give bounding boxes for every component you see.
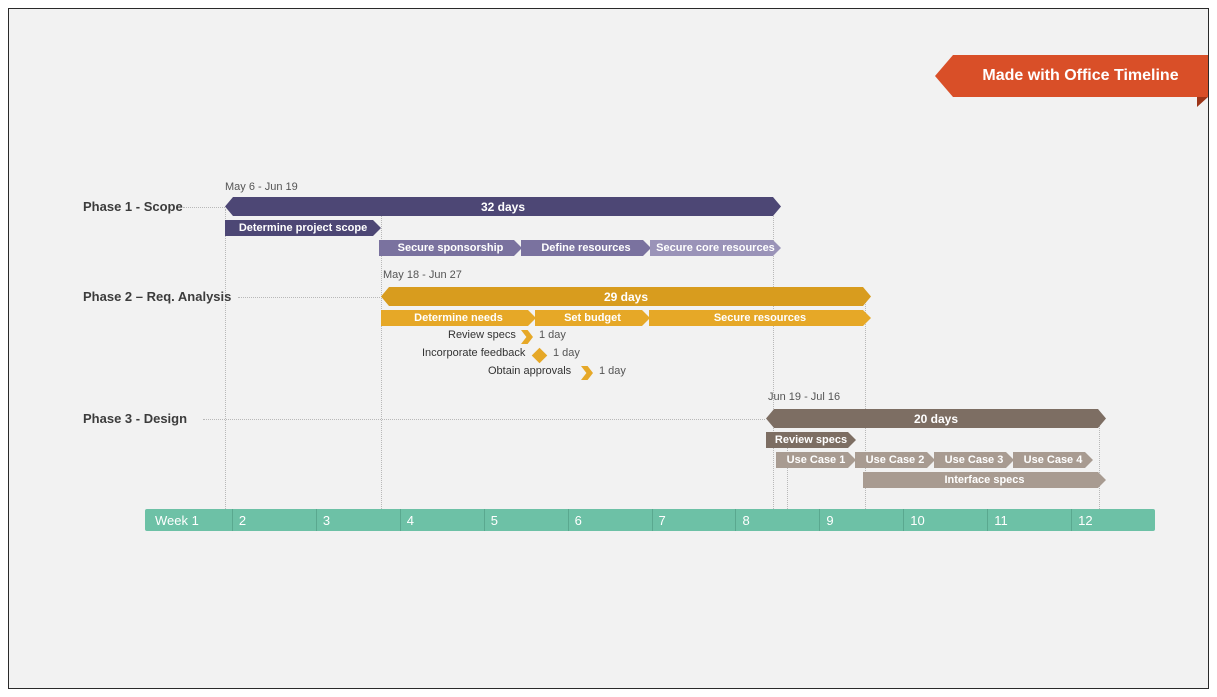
phase2-task-resources: Secure resources: [649, 310, 871, 326]
phase1-task-scope: Determine project scope: [225, 220, 381, 236]
phase2-feedback-label: Incorporate feedback: [422, 347, 525, 359]
gantt-chart: Phase 1 - Scope May 6 - Jun 19 32 days D…: [73, 169, 1163, 569]
ribbon-fold: [1197, 97, 1208, 107]
phase2-task-needs: Determine needs: [381, 310, 536, 326]
phase3-label: Phase 3 - Design: [83, 411, 187, 426]
phase3-duration: 20 days: [914, 412, 958, 426]
guide-line: [225, 209, 226, 521]
phase2-task-budget: Set budget: [535, 310, 650, 326]
phase2-duration: 29 days: [604, 290, 648, 304]
scale-tick: 11: [987, 509, 1071, 531]
phase2-feedback-dur: 1 day: [553, 347, 580, 359]
phase3-task-uc2: Use Case 2: [855, 452, 935, 468]
phase1-main-bar: 32 days: [225, 197, 781, 216]
diamond-icon: [532, 348, 548, 364]
phase2-main-bar: 29 days: [381, 287, 871, 306]
scale-tick: Week 1: [145, 509, 232, 531]
phase3-task-review: Review specs: [766, 432, 856, 448]
ribbon-label: Made with Office Timeline: [982, 67, 1178, 85]
scale-tick: 8: [735, 509, 819, 531]
scale-tick: 2: [232, 509, 316, 531]
phase1-daterange: May 6 - Jun 19: [225, 181, 298, 193]
leader-line: [203, 419, 765, 420]
scale-tick: 5: [484, 509, 568, 531]
phase2-approvals-dur: 1 day: [599, 365, 626, 377]
phase3-task-uc4: Use Case 4: [1013, 452, 1093, 468]
ribbon-banner: Made with Office Timeline: [953, 55, 1208, 97]
timeline-canvas: Made with Office Timeline Phase 1 - Scop…: [8, 8, 1209, 689]
phase1-duration: 32 days: [481, 200, 525, 214]
phase2-label: Phase 2 – Req. Analysis: [83, 289, 231, 304]
phase1-task-core: Secure core resources: [650, 240, 781, 256]
phase3-main-bar: 20 days: [766, 409, 1106, 428]
phase1-label: Phase 1 - Scope: [83, 199, 183, 214]
phase1-task-define: Define resources: [521, 240, 651, 256]
chevron-icon: [581, 366, 593, 380]
scale-tick: 4: [400, 509, 484, 531]
scale-tick: 6: [568, 509, 652, 531]
phase3-task-uc1: Use Case 1: [776, 452, 856, 468]
scale-tick: 12: [1071, 509, 1155, 531]
phase2-review-dur: 1 day: [539, 329, 566, 341]
leader-line: [238, 297, 380, 298]
guide-line: [1099, 414, 1100, 521]
phase2-approvals-label: Obtain approvals: [488, 365, 571, 377]
phase3-task-interface: Interface specs: [863, 472, 1106, 488]
week-scale: Week 1 2 3 4 5 6 7 8 9 10 11 12: [145, 509, 1155, 531]
scale-tick: 10: [903, 509, 987, 531]
scale-tick: 7: [652, 509, 736, 531]
phase3-task-uc3: Use Case 3: [934, 452, 1014, 468]
chevron-icon: [521, 330, 533, 344]
phase3-daterange: Jun 19 - Jul 16: [768, 391, 840, 403]
phase2-daterange: May 18 - Jun 27: [383, 269, 462, 281]
phase2-review-label: Review specs: [448, 329, 516, 341]
scale-tick: 9: [819, 509, 903, 531]
leader-line: [183, 207, 225, 208]
scale-tick: 3: [316, 509, 400, 531]
phase1-task-sponsor: Secure sponsorship: [379, 240, 522, 256]
